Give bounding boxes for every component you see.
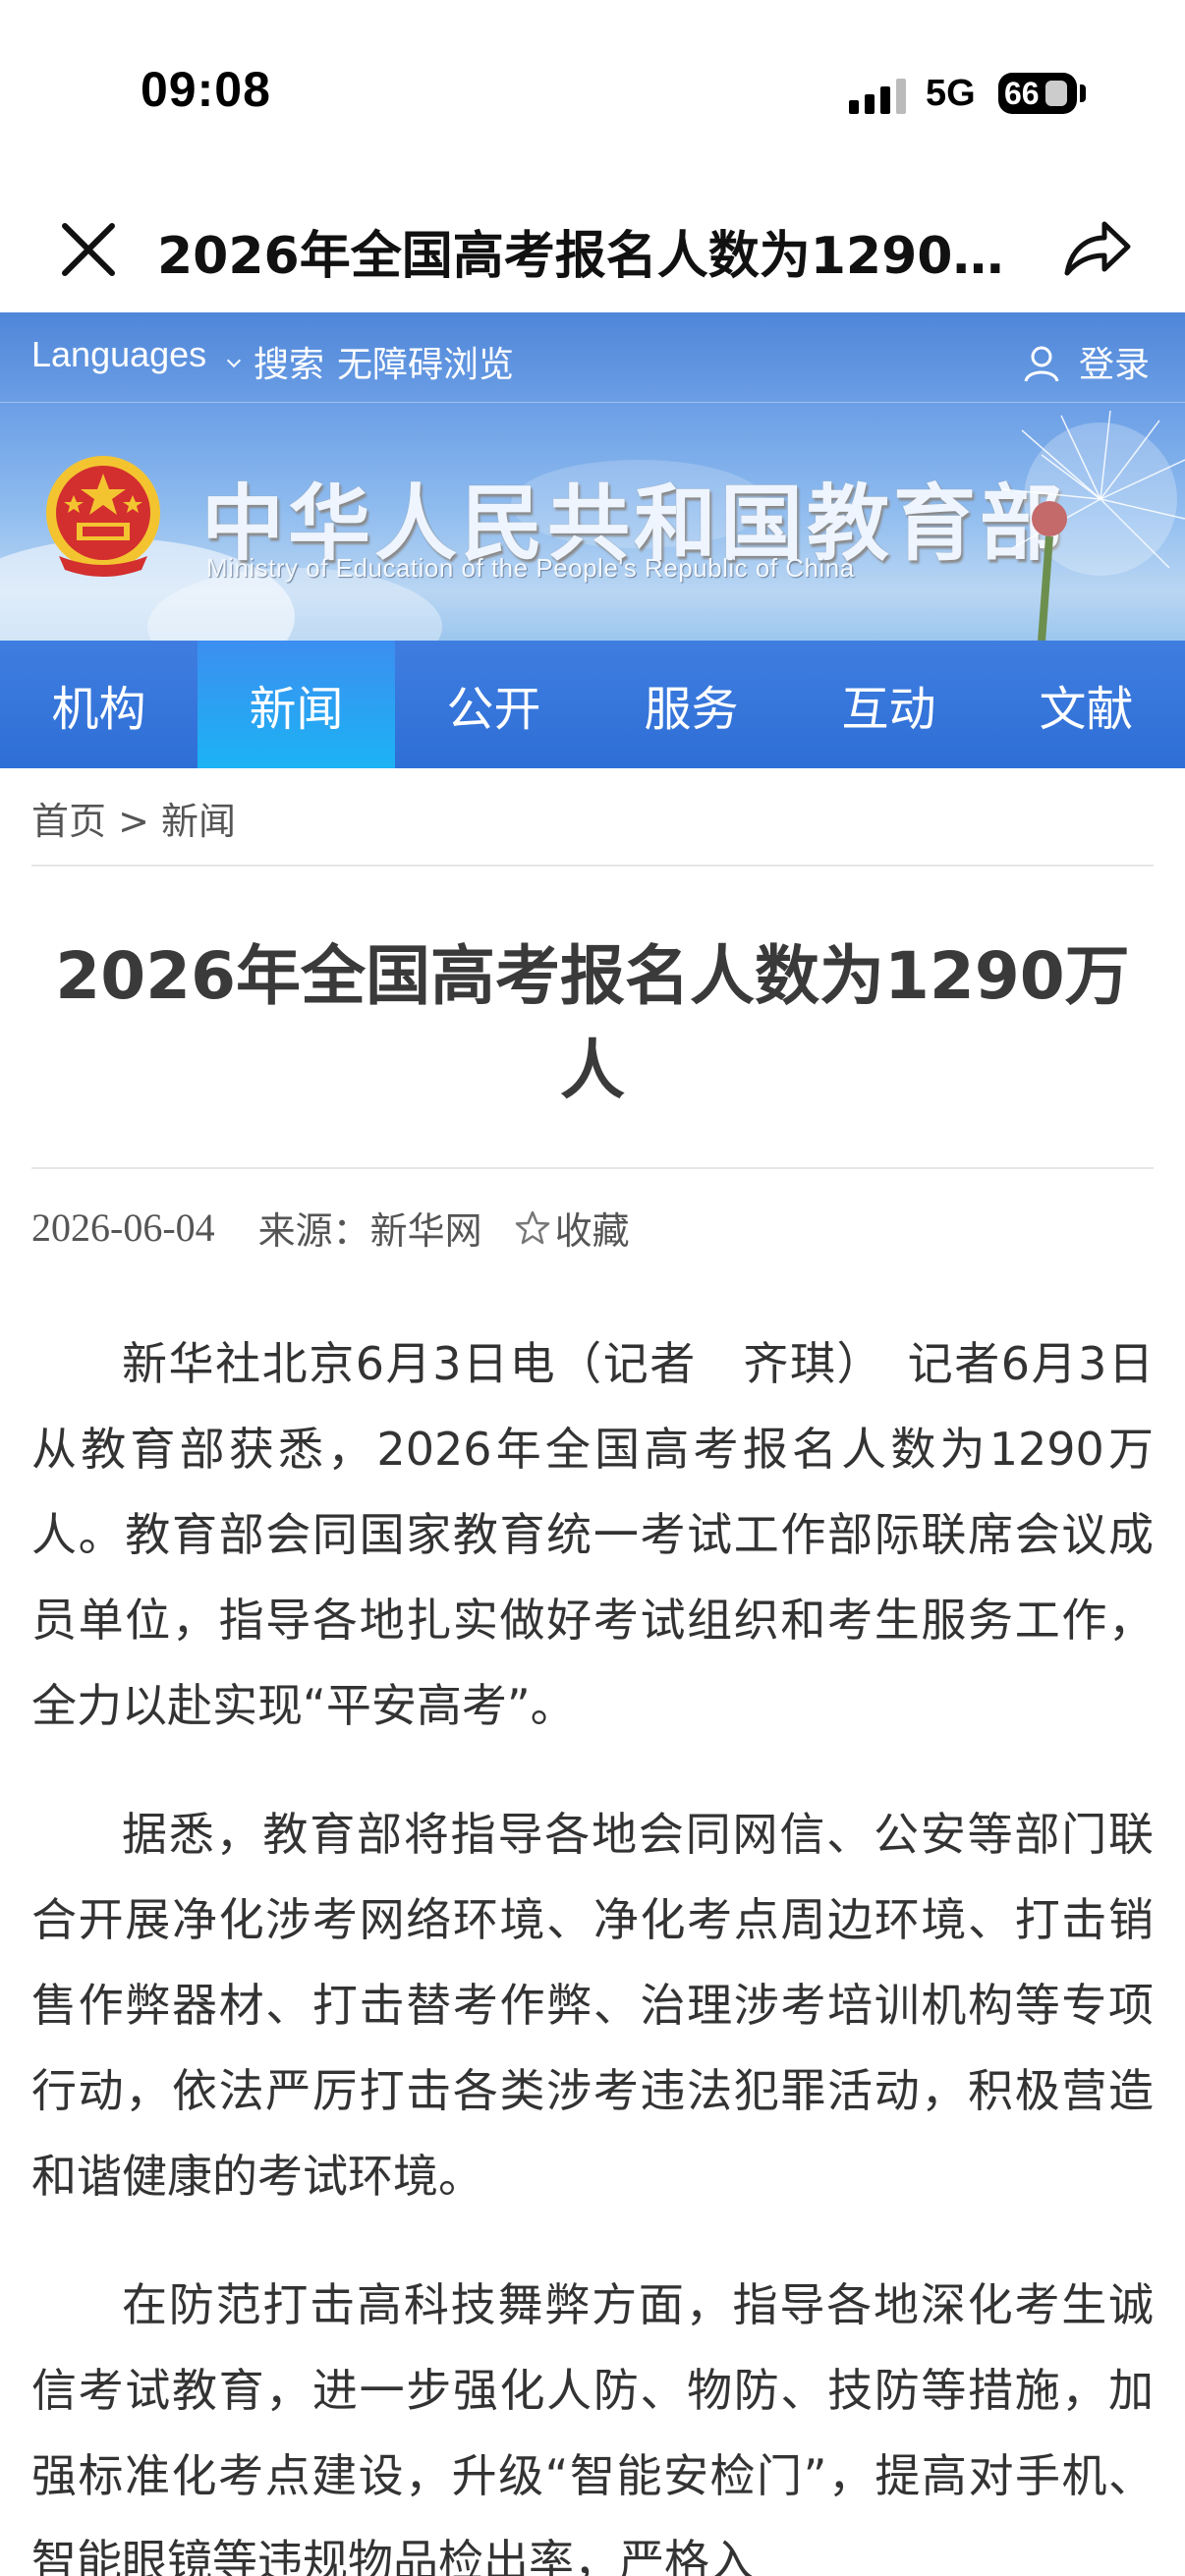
nav-item-news[interactable]: 新闻 bbox=[198, 641, 395, 768]
close-icon[interactable] bbox=[57, 218, 120, 281]
top-links-bar: Languages 搜索 无障碍浏览 登录 bbox=[0, 312, 1185, 403]
breadcrumb-home[interactable]: 首页 bbox=[31, 800, 106, 843]
chevron-down-icon bbox=[226, 353, 242, 368]
breadcrumb: 首页 > 新闻 bbox=[31, 791, 236, 845]
page-title: 2026年全国高考报名人数为1290万人 bbox=[157, 227, 1042, 286]
national-emblem-icon bbox=[39, 450, 167, 584]
article-title: 2026年全国高考报名人数为1290万人 bbox=[55, 938, 1130, 1108]
article-date: 2026-06-04 bbox=[31, 1205, 215, 1250]
login-link[interactable]: 登录 bbox=[1079, 336, 1150, 387]
site-banner: Languages 搜索 无障碍浏览 登录 中华人民共和国教育部 Ministr… bbox=[0, 312, 1185, 642]
article-source: 来源：新华网 bbox=[257, 1209, 482, 1253]
nav-item-interaction[interactable]: 互动 bbox=[790, 641, 988, 768]
user-icon[interactable] bbox=[1022, 344, 1061, 383]
article-paragraph: 据悉，教育部将指导各地会同网信、公安等部门联合开展净化涉考网络环境、净化考点周边… bbox=[31, 1808, 1154, 2203]
nav-item-public[interactable]: 公开 bbox=[395, 641, 592, 768]
status-time: 09:08 bbox=[141, 62, 271, 117]
status-bar: 09:08 5G 66 bbox=[0, 0, 1185, 187]
languages-link[interactable]: Languages bbox=[31, 334, 206, 375]
article-body: 新华社北京6月3日电（记者 齐琪） 记者6月3日从教育部获悉，2026年全国高考… bbox=[31, 1321, 1154, 2576]
battery-level: 66 bbox=[1004, 76, 1040, 111]
breadcrumb-separator: > bbox=[118, 800, 149, 843]
site-name-english: Ministry of Education of the People's Re… bbox=[206, 553, 855, 583]
star-icon bbox=[515, 1210, 549, 1244]
article-paragraph: 新华社北京6月3日电（记者 齐琪） 记者6月3日从教育部获悉，2026年全国高考… bbox=[31, 1337, 1154, 1732]
search-link[interactable]: 搜索 bbox=[254, 336, 324, 387]
divider bbox=[31, 865, 1154, 867]
signal-icon bbox=[849, 79, 908, 114]
share-icon[interactable] bbox=[1061, 216, 1132, 281]
accessibility-link[interactable]: 无障碍浏览 bbox=[337, 336, 514, 387]
favorite-label: 收藏 bbox=[554, 1209, 630, 1253]
article-paragraph: 在防范打击高科技舞弊方面，指导各地深化考生诚信考试教育，进一步强化人防、物防、技… bbox=[31, 2278, 1154, 2576]
battery-tip bbox=[1080, 84, 1086, 102]
nav-item-services[interactable]: 服务 bbox=[592, 641, 790, 768]
nav-item-documents[interactable]: 文献 bbox=[988, 641, 1185, 768]
nav-item-jigou[interactable]: 机构 bbox=[0, 641, 198, 768]
network-type: 5G bbox=[926, 73, 976, 114]
battery-icon: 66 bbox=[998, 73, 1077, 114]
breadcrumb-current[interactable]: 新闻 bbox=[161, 800, 236, 843]
dandelion-decoration-icon bbox=[983, 410, 1185, 642]
favorite-button[interactable]: 收藏 bbox=[514, 1201, 630, 1255]
article-meta: 2026-06-04 来源：新华网 收藏 bbox=[31, 1201, 630, 1255]
main-nav: 机构 新闻 公开 服务 互动 文献 bbox=[0, 641, 1185, 768]
divider bbox=[31, 1167, 1154, 1169]
